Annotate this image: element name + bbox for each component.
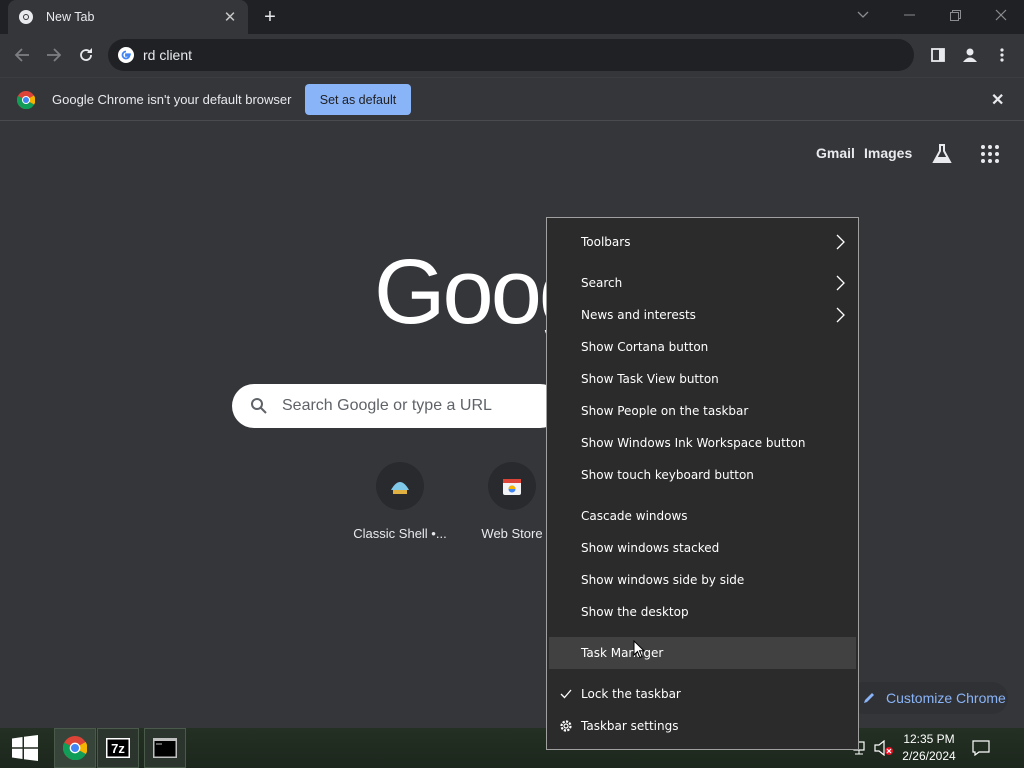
clock-date: 2/26/2024	[902, 749, 956, 763]
7zip-icon: 7z	[106, 738, 130, 758]
tab-close-icon[interactable]: ✕	[222, 8, 238, 26]
taskbar-context-menu: Toolbars Search News and interests Show …	[546, 217, 859, 750]
chrome-icon	[63, 736, 87, 760]
menu-item-label: Show the desktop	[581, 605, 689, 619]
back-button[interactable]	[10, 43, 34, 67]
menu-item-label: Taskbar settings	[581, 719, 679, 733]
pencil-icon	[864, 693, 874, 703]
menu-item-show-people[interactable]: Show People on the taskbar	[549, 395, 856, 427]
web-store-icon	[503, 479, 521, 495]
menu-item-label: Lock the taskbar	[581, 687, 681, 701]
menu-item-show-touch-keyboard[interactable]: Show touch keyboard button	[549, 459, 856, 491]
action-center-icon[interactable]	[972, 728, 990, 768]
menu-item-label: Toolbars	[581, 235, 631, 249]
shortcut-tile	[488, 462, 536, 510]
address-bar-text: rd client	[143, 47, 193, 63]
profile-icon	[963, 48, 977, 62]
menu-item-task-manager[interactable]: Task Manager	[549, 637, 856, 669]
taskbar-app-7zip[interactable]: 7z	[97, 728, 139, 768]
menu-item-label: Show windows stacked	[581, 541, 720, 555]
shortcut-classic-shell[interactable]: Classic Shell •...	[344, 462, 456, 541]
chevron-right-icon	[836, 307, 845, 323]
google-g-icon	[118, 47, 134, 63]
restore-button[interactable]	[932, 0, 978, 30]
menu-item-toolbars[interactable]: Toolbars	[549, 226, 856, 258]
customize-chrome-label: Customize Chrome	[886, 690, 1006, 706]
chrome-icon	[19, 10, 33, 24]
menu-item-label: Show People on the taskbar	[581, 404, 749, 418]
menu-item-news-and-interests[interactable]: News and interests	[549, 299, 856, 331]
menu-item-label: News and interests	[581, 308, 696, 322]
infobar-close-icon[interactable]: ✕	[991, 90, 1004, 110]
side-panel-button[interactable]	[926, 43, 950, 67]
google-apps-icon[interactable]	[980, 144, 1000, 164]
menu-item-show-desktop[interactable]: Show the desktop	[549, 596, 856, 628]
volume-muted-icon[interactable]	[874, 728, 894, 768]
address-bar[interactable]: rd client	[108, 39, 914, 71]
forward-button[interactable]	[42, 43, 66, 67]
clock-time: 12:35 PM	[903, 732, 955, 746]
search-icon	[251, 398, 267, 414]
set-as-default-button[interactable]: Set as default	[305, 84, 411, 115]
chrome-menu-button[interactable]	[990, 43, 1014, 67]
tab-new-tab[interactable]: New Tab ✕	[8, 0, 248, 34]
shortcut-tile	[376, 462, 424, 510]
menu-item-label: Show touch keyboard button	[581, 468, 754, 482]
chevron-right-icon	[836, 275, 845, 291]
tab-title: New Tab	[46, 10, 95, 24]
checkmark-icon	[558, 686, 574, 702]
menu-item-search[interactable]: Search	[549, 267, 856, 299]
tab-search-icon[interactable]	[840, 0, 886, 30]
classic-shell-icon	[391, 482, 409, 494]
reload-button[interactable]	[74, 43, 98, 67]
taskbar-app-console[interactable]	[144, 728, 186, 768]
chevron-right-icon	[836, 234, 845, 250]
gear-icon	[558, 718, 574, 734]
images-link[interactable]: Images	[864, 145, 912, 161]
ntp-search-box[interactable]: Search Google or type a URL	[232, 384, 562, 428]
side-panel-icon	[931, 48, 945, 62]
minimize-button[interactable]	[886, 0, 932, 30]
search-placeholder: Search Google or type a URL	[282, 397, 492, 414]
browser-toolbar: rd client	[0, 34, 1024, 76]
more-vert-icon	[1000, 48, 1004, 62]
taskbar-app-chrome[interactable]	[54, 728, 96, 768]
shortcut-label: Classic Shell •...	[353, 526, 447, 541]
menu-item-label: Task Manager	[581, 646, 664, 660]
chrome-logo-icon	[17, 91, 35, 109]
taskbar-clock[interactable]: 12:35 PM 2/26/2024	[896, 731, 962, 765]
new-tab-button[interactable]: +	[259, 6, 281, 28]
menu-item-label: Show Windows Ink Workspace button	[581, 436, 806, 450]
menu-item-show-windows-stacked[interactable]: Show windows stacked	[549, 532, 856, 564]
menu-item-taskbar-settings[interactable]: Taskbar settings	[549, 710, 856, 742]
customize-chrome-button[interactable]: Customize Chrome	[848, 682, 1008, 714]
forward-arrow-icon	[47, 48, 62, 62]
menu-item-label: Search	[581, 276, 623, 290]
menu-item-label: Cascade windows	[581, 509, 688, 523]
menu-item-show-task-view-button[interactable]: Show Task View button	[549, 363, 856, 395]
svg-text:7z: 7z	[111, 741, 125, 756]
console-icon	[153, 738, 177, 758]
close-window-button[interactable]	[978, 0, 1024, 30]
reload-icon	[80, 48, 92, 61]
start-button[interactable]	[0, 728, 50, 768]
menu-item-label: Show Task View button	[581, 372, 719, 386]
menu-item-show-cortana-button[interactable]: Show Cortana button	[549, 331, 856, 363]
labs-flask-icon[interactable]	[930, 142, 954, 166]
menu-item-show-windows-side-by-side[interactable]: Show windows side by side	[549, 564, 856, 596]
menu-item-label: Show windows side by side	[581, 573, 745, 587]
menu-item-label: Show Cortana button	[581, 340, 709, 354]
profile-button[interactable]	[958, 43, 982, 67]
menu-item-cascade-windows[interactable]: Cascade windows	[549, 500, 856, 532]
windows-logo-icon	[12, 735, 38, 761]
tab-strip: New Tab ✕ +	[0, 0, 1024, 34]
windows-taskbar: 7z 12:35 PM 2/26/2024	[0, 728, 1024, 768]
infobar-message: Google Chrome isn't your default browser	[52, 92, 292, 107]
menu-item-lock-taskbar[interactable]: Lock the taskbar	[549, 678, 856, 710]
back-arrow-icon	[14, 48, 29, 62]
gmail-link[interactable]: Gmail	[816, 145, 855, 161]
menu-item-show-ink-workspace[interactable]: Show Windows Ink Workspace button	[549, 427, 856, 459]
default-browser-infobar: Google Chrome isn't your default browser…	[0, 77, 1024, 121]
mouse-cursor-icon	[633, 640, 645, 659]
